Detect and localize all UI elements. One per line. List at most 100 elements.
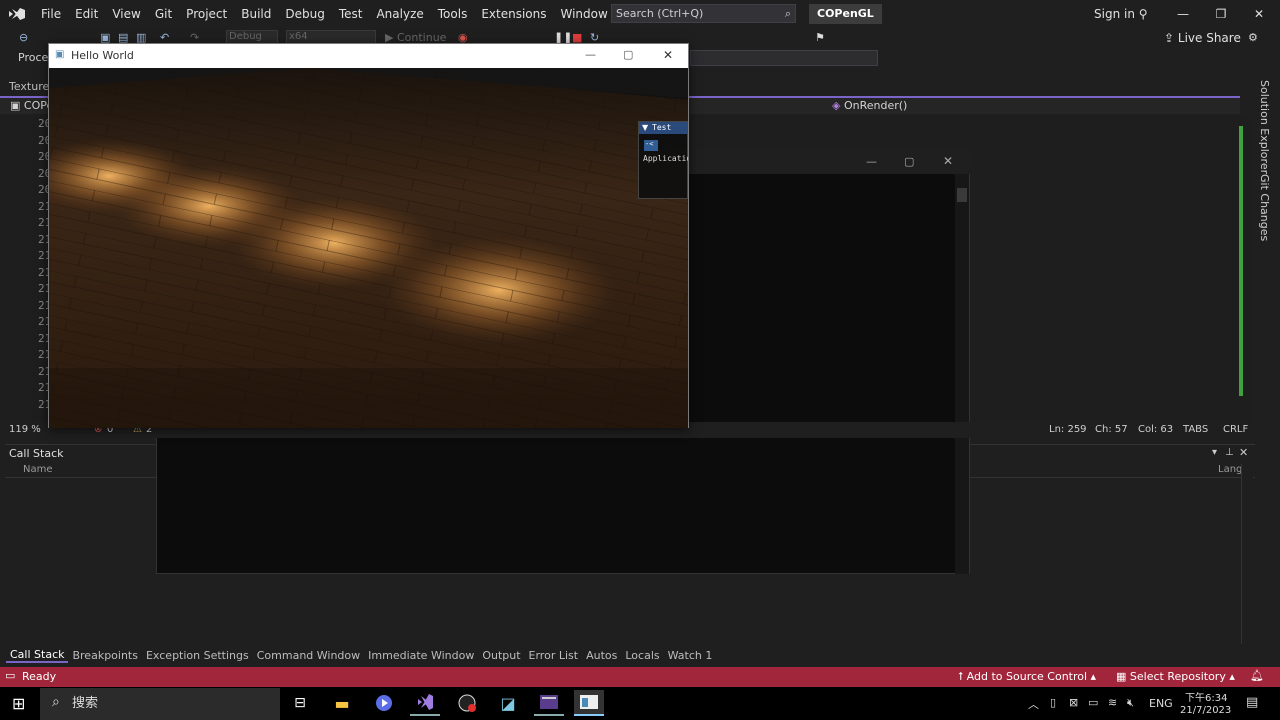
minimize-button[interactable]: — <box>1164 0 1202 28</box>
console-scroll-thumb[interactable] <box>957 188 967 202</box>
column-indicator[interactable]: Col: 63 <box>1138 424 1173 435</box>
tab-locals[interactable]: Locals <box>621 649 663 662</box>
call-stack-title: Call Stack <box>9 447 64 460</box>
battery-icon[interactable]: ▭ <box>1088 696 1098 709</box>
app-icon-blue[interactable] <box>369 690 399 716</box>
upload-arrow-icon: ⭡ <box>958 670 964 683</box>
sign-in-link[interactable]: Sign in ⚲ <box>1094 0 1148 28</box>
select-repository-label: Select Repository <box>1129 670 1226 683</box>
menu-extensions[interactable]: Extensions <box>474 0 553 28</box>
visual-studio-taskbar-icon[interactable] <box>410 690 440 716</box>
action-center-icon[interactable]: ▤ <box>1246 695 1258 710</box>
console-maximize-button[interactable]: ▢ <box>904 155 914 168</box>
tray-app-icon[interactable]: ⊠ <box>1069 696 1078 709</box>
notes-app-icon[interactable]: ◪ <box>493 690 523 716</box>
git-changes-tab[interactable]: Git Changes <box>1258 174 1271 241</box>
hello-world-taskbar-icon[interactable] <box>574 690 604 716</box>
solution-explorer-tab[interactable]: Solution Explorer <box>1258 80 1271 174</box>
task-view-icon[interactable]: ⊟ <box>285 690 315 716</box>
console-minimize-button[interactable]: — <box>866 155 877 168</box>
method-icon: ◈ <box>832 99 841 112</box>
taskbar-search-box[interactable]: 搜索 <box>40 688 280 720</box>
tab-watch-1[interactable]: Watch 1 <box>664 649 717 662</box>
live-share-button[interactable]: ⇪ Live Share <box>1164 31 1241 45</box>
indent-mode[interactable]: TABS <box>1183 424 1208 435</box>
windows-start-icon[interactable]: ⊞ <box>12 694 25 713</box>
hello-world-title: Hello World <box>71 49 134 62</box>
menu-git[interactable]: Git <box>148 0 179 28</box>
search-placeholder: Search (Ctrl+Q) <box>616 7 704 20</box>
obs-icon[interactable] <box>452 690 482 716</box>
function-nav-dropdown[interactable]: ◈ OnRender() <box>832 99 907 112</box>
add-to-source-control-button[interactable]: ⭡ Add to Source Control ▴ <box>958 670 1096 684</box>
line-ending[interactable]: CRLF <box>1223 424 1248 435</box>
console-scrollbar[interactable] <box>955 174 969 574</box>
project-nav-dropdown[interactable]: ▣ COPe <box>10 99 53 112</box>
opengl-render-canvas[interactable] <box>49 68 688 428</box>
tab-call-stack[interactable]: Call Stack <box>6 648 69 663</box>
bookmark-icon[interactable]: ⚑ <box>815 31 825 44</box>
preview-features-icon[interactable]: ⚙ <box>1248 31 1258 44</box>
tab-error-list[interactable]: Error List <box>525 649 583 662</box>
close-button[interactable]: ✕ <box>1240 0 1278 28</box>
wooden-floor-scene <box>49 68 688 428</box>
console-close-button[interactable]: ✕ <box>943 154 953 168</box>
tab-breakpoints[interactable]: Breakpoints <box>68 649 142 662</box>
menu-build[interactable]: Build <box>234 0 278 28</box>
menu-window[interactable]: Window <box>554 0 615 28</box>
live-share-icon: ⇪ <box>1164 31 1175 45</box>
input-language[interactable]: ENG <box>1149 697 1173 710</box>
line-indicator[interactable]: Ln: 259 <box>1049 424 1087 435</box>
volume-muted-icon[interactable]: 🔇︎ <box>1127 696 1134 710</box>
menu-edit[interactable]: Edit <box>68 0 105 28</box>
console-taskbar-icon[interactable] <box>534 690 564 716</box>
device-icon[interactable]: ▯ <box>1050 696 1056 709</box>
menu-project[interactable]: Project <box>179 0 234 28</box>
char-indicator[interactable]: Ch: 57 <box>1095 424 1128 435</box>
tab-immediate-window[interactable]: Immediate Window <box>364 649 478 662</box>
tab-command-window[interactable]: Command Window <box>253 649 364 662</box>
menu-debug[interactable]: Debug <box>278 0 331 28</box>
hw-minimize-button[interactable]: — <box>585 48 596 61</box>
menu-file[interactable]: File <box>34 0 68 28</box>
maximize-button[interactable]: ❐ <box>1202 0 1240 28</box>
clock-time[interactable]: 下午6:34 <box>1185 689 1227 704</box>
menu-analyze[interactable]: Analyze <box>369 0 430 28</box>
column-name[interactable]: Name <box>23 464 53 475</box>
pin-icon[interactable]: ⊥ <box>1225 447 1234 458</box>
app-window-icon: ▣ <box>55 49 65 60</box>
panel-dropdown-icon[interactable]: ▾ <box>1212 447 1217 458</box>
visual-studio-logo-icon[interactable] <box>0 0 34 28</box>
call-stack-scrollbar[interactable] <box>1241 464 1253 644</box>
search-input[interactable]: Search (Ctrl+Q) ⌕ <box>611 4 796 23</box>
tab-exception-settings[interactable]: Exception Settings <box>142 649 253 662</box>
textures-tab[interactable]: Texture <box>9 80 49 93</box>
file-explorer-icon[interactable]: ▬ <box>327 690 357 716</box>
menu-tools[interactable]: Tools <box>431 0 475 28</box>
status-ready: Ready <box>22 670 57 683</box>
hw-maximize-button[interactable]: ▢ <box>623 48 633 61</box>
status-output-icon[interactable]: ▭ <box>5 669 15 682</box>
hw-close-button[interactable]: ✕ <box>663 48 673 62</box>
notifications-bell-icon[interactable]: 🔔︎ <box>1250 669 1264 682</box>
select-repository-button[interactable]: ▦ Select Repository ▴ <box>1116 670 1235 683</box>
imgui-collapse-icon[interactable]: ▼ <box>642 123 648 132</box>
tab-output[interactable]: Output <box>478 649 524 662</box>
tab-autos[interactable]: Autos <box>582 649 621 662</box>
clock-date[interactable]: 21/7/2023 <box>1180 705 1231 716</box>
column-language[interactable]: Lang <box>1218 464 1242 475</box>
stack-frame-dropdown[interactable] <box>690 50 878 66</box>
menu-test[interactable]: Test <box>332 0 370 28</box>
wifi-icon[interactable]: ≋ <box>1108 696 1117 709</box>
imgui-title-text: Test <box>652 123 672 132</box>
imgui-button[interactable]: -< <box>644 140 658 151</box>
show-hidden-icons[interactable]: ︿ <box>1028 696 1039 712</box>
taskbar-search-icon: ⌕ <box>52 694 60 710</box>
menu-view[interactable]: View <box>105 0 147 28</box>
feedback-icon[interactable]: ⚲ <box>1139 7 1148 21</box>
zoom-level[interactable]: 119 % <box>9 424 41 435</box>
repository-icon: ▦ <box>1116 670 1127 683</box>
back-icon[interactable]: ⊖ <box>19 31 28 44</box>
panel-close-icon[interactable]: ✕ <box>1239 446 1248 459</box>
taskbar-search-label: 搜索 <box>72 696 99 711</box>
